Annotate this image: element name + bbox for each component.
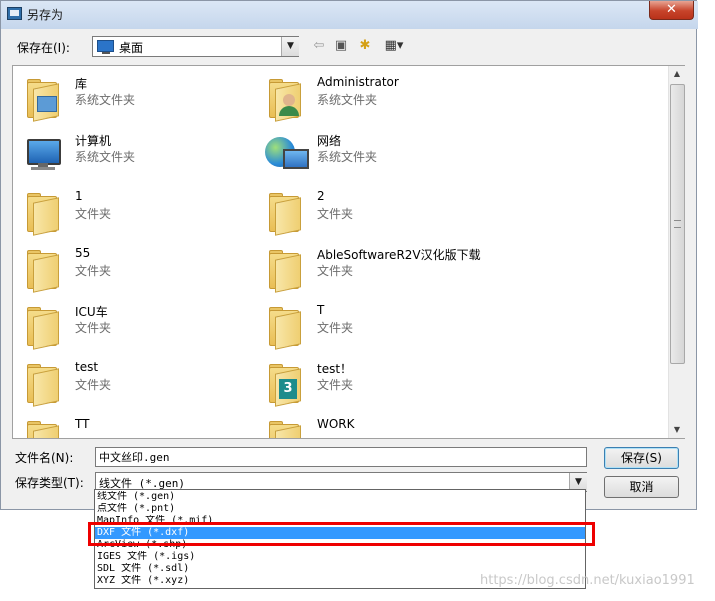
file-name: test！ <box>317 362 353 376</box>
file-name: test <box>75 360 99 374</box>
file-list-item[interactable]: 库系统文件夹 <box>17 70 247 122</box>
chevron-down-icon[interactable]: ▼ <box>281 37 299 56</box>
folder-icon <box>265 190 305 236</box>
file-type-text: 系统文件夹 <box>75 150 136 164</box>
file-list-item[interactable]: AbleSoftwareR2V汉化版下载 文件夹 <box>259 241 489 293</box>
file-type-text: 文件夹 <box>75 264 112 278</box>
file-type-text: 文件夹 <box>75 321 112 335</box>
file-name: 1 <box>75 189 83 203</box>
user-folder-icon <box>265 76 305 122</box>
folder-icon <box>23 418 63 438</box>
file-name: WORK <box>317 417 355 431</box>
save-in-dropdown[interactable]: 桌面 ▼ <box>92 36 299 57</box>
file-list-item[interactable]: T 文件夹 <box>259 298 489 350</box>
save-button[interactable]: 保存(S) <box>604 447 679 469</box>
desktop-icon <box>97 40 114 54</box>
file-type-text: 文件夹 <box>317 264 354 278</box>
file-name: TT <box>75 417 90 431</box>
file-name: ICU车 <box>75 305 108 319</box>
window-title: 另存为 <box>27 8 64 22</box>
file-list-item[interactable]: test 文件夹 <box>17 355 247 407</box>
file-name: 计算机 <box>75 134 112 148</box>
folder-icon <box>23 190 63 236</box>
file-type-text: 文件夹 <box>317 378 354 392</box>
library-icon <box>23 76 63 122</box>
file-list-item[interactable]: 55 文件夹 <box>17 241 247 293</box>
folder-icon <box>23 247 63 293</box>
scroll-down-icon[interactable]: ▼ <box>669 422 685 438</box>
folder-icon <box>265 247 305 293</box>
filename-label: 文件名(N): <box>15 451 74 465</box>
file-type-text: 系统文件夹 <box>317 93 378 107</box>
folder-icon <box>23 304 63 350</box>
save-in-label: 保存在(I): <box>17 41 70 55</box>
file-type-text: 系统文件夹 <box>317 150 378 164</box>
cancel-button[interactable]: 取消 <box>604 476 679 498</box>
file-list-item[interactable]: TT <box>17 412 247 438</box>
scrollbar-thumb[interactable] <box>670 84 685 364</box>
file-list-item[interactable]: Administrator 系统文件夹 <box>259 70 489 122</box>
folder-icon <box>23 361 63 407</box>
file-name: 2 <box>317 189 325 203</box>
back-arrow-icon[interactable]: ⇦ <box>310 37 328 55</box>
file-list-item[interactable]: ICU车文件夹 <box>17 298 247 350</box>
file-type-text: 文件夹 <box>317 321 354 335</box>
new-folder-icon[interactable]: ✱ <box>355 37 375 55</box>
up-folder-icon[interactable]: ▣ <box>332 37 350 55</box>
file-list-item[interactable]: 网络 系统文件夹 <box>259 127 489 179</box>
filetype-option[interactable]: IGES 文件 (*.igs) <box>95 551 585 563</box>
vertical-scrollbar[interactable]: ▲ ▼ <box>668 66 685 438</box>
file-list-item[interactable]: 计算机 系统文件夹 <box>17 127 247 179</box>
file-list-item[interactable]: 1 文件夹 <box>17 184 247 236</box>
close-button[interactable]: ✕ <box>649 1 694 20</box>
view-menu-icon[interactable]: ▦▾ <box>380 37 408 55</box>
file-name: 网络 <box>317 134 342 148</box>
filename-input[interactable] <box>95 447 587 467</box>
file-type-text: 文件夹 <box>75 207 112 221</box>
file-type-text: 系统文件夹 <box>75 93 136 107</box>
folder-icon <box>265 304 305 350</box>
computer-icon <box>23 133 63 175</box>
folder-3dsmax-icon: 3 <box>265 361 305 407</box>
app-icon <box>7 7 22 20</box>
filetype-option[interactable]: 点文件 (*.pnt) <box>95 503 585 515</box>
filetype-label: 保存类型(T): <box>15 476 84 490</box>
folder-icon <box>265 418 305 438</box>
file-list-item[interactable]: 3 test！ 文件夹 <box>259 355 489 407</box>
filetype-option[interactable]: 线文件 (*.gen) <box>95 491 585 503</box>
file-name: Administrator <box>317 75 399 89</box>
file-type-text: 文件夹 <box>75 378 112 392</box>
file-name: T <box>317 303 325 317</box>
watermark: https://blog.csdn.net/kuxiao1991 <box>480 573 695 588</box>
scroll-up-icon[interactable]: ▲ <box>669 66 685 82</box>
file-list[interactable]: 库系统文件夹 Administrator 系统文件夹 计算机 系统文件夹 网络 系统文件夹 1… <box>12 65 685 439</box>
save-in-value: 桌面 <box>119 41 144 55</box>
file-name: AbleSoftwareR2V汉化版下载 <box>317 248 481 262</box>
file-name: 55 <box>75 246 91 260</box>
title-bar[interactable]: 另存为 ✕ <box>1 1 698 29</box>
file-type-text: 文件夹 <box>317 207 354 221</box>
file-list-item[interactable]: WORK <box>259 412 489 438</box>
file-name: 库 <box>75 77 88 91</box>
file-list-item[interactable]: 2 文件夹 <box>259 184 489 236</box>
save-as-dialog: 另存为 ✕ 保存在(I): 桌面 ▼ ⇦ ▣ ✱ ▦▾ 库系统文件夹 Admini… <box>0 0 698 510</box>
highlight-annotation-box <box>88 522 595 546</box>
network-icon <box>265 133 309 175</box>
